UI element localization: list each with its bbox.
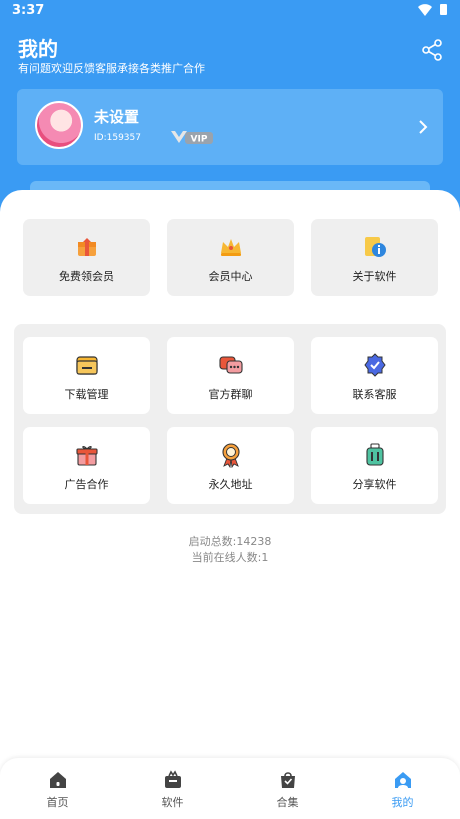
tile-label: 官方群聊 [208,388,253,401]
chat-icon [218,356,243,374]
share-icon[interactable] [420,38,444,62]
info-card-icon [364,237,386,257]
page-subtitle: 有问题欢迎反馈客服承接各类推广合作 [18,62,205,75]
stats-block: 启动总数:14238 当前在线人数:1 [0,534,460,566]
tile-ad-cooperation[interactable]: 广告合作 [23,427,150,504]
user-id: ID:159357 [94,133,141,143]
software-box-icon [164,770,181,788]
medal-icon [221,443,240,468]
tile-official-group[interactable]: 官方群聊 [167,337,294,414]
tile-label: 永久地址 [208,478,253,491]
verified-badge-icon [363,353,386,377]
tile-free-vip[interactable]: 免费领会员 [23,219,150,296]
tile-download-manager[interactable]: 下载管理 [23,337,150,414]
status-bar: 3:37 [0,0,460,22]
vip-badge-text: VIP [191,135,208,145]
status-time: 3:37 [12,3,45,18]
avatar[interactable] [35,101,83,149]
nav-label: 软件 [161,796,184,809]
gift-icon [75,446,98,466]
profile-card[interactable]: 未设置 ID:159357 VIP [17,89,443,165]
wifi-icon [418,4,432,16]
tile-label: 下载管理 [64,388,109,401]
tile-label: 免费领会员 [59,270,114,283]
tile-label: 关于软件 [352,270,397,283]
folder-icon [75,356,98,375]
page-title: 我的 [18,37,58,61]
nav-label: 合集 [276,796,299,809]
profile-house-icon [394,772,411,788]
tile-permanent-address[interactable]: 永久地址 [167,427,294,504]
gift-box-icon [77,238,96,256]
tile-label: 分享软件 [352,478,397,491]
nav-mine[interactable]: 我的 [345,758,460,819]
crown-icon [220,239,241,256]
tile-contact-service[interactable]: 联系客服 [311,337,438,414]
tile-vip-center[interactable]: 会员中心 [167,219,294,296]
nav-home[interactable]: 首页 [0,758,115,819]
tile-label: 广告合作 [64,478,109,491]
nav-label: 首页 [46,796,69,809]
launch-count: 启动总数:14238 [188,535,272,548]
nav-software[interactable]: 软件 [115,758,230,819]
chevron-right-icon[interactable] [417,118,429,136]
tile-label: 会员中心 [208,270,253,283]
bag-icon [280,772,295,788]
nav-label: 我的 [391,796,414,809]
battery-icon [440,4,447,15]
username: 未设置 [94,108,140,126]
home-icon [49,772,66,788]
online-count: 当前在线人数:1 [191,551,269,564]
bottom-nav: 首页 软件 合集 我的 [0,758,460,819]
tile-label: 联系客服 [352,388,397,401]
suitcase-icon [365,443,384,466]
tile-about[interactable]: 关于软件 [311,219,438,296]
vip-badge-icon: VIP [171,131,213,145]
nav-collection[interactable]: 合集 [230,758,345,819]
tile-share-software[interactable]: 分享软件 [311,427,438,504]
